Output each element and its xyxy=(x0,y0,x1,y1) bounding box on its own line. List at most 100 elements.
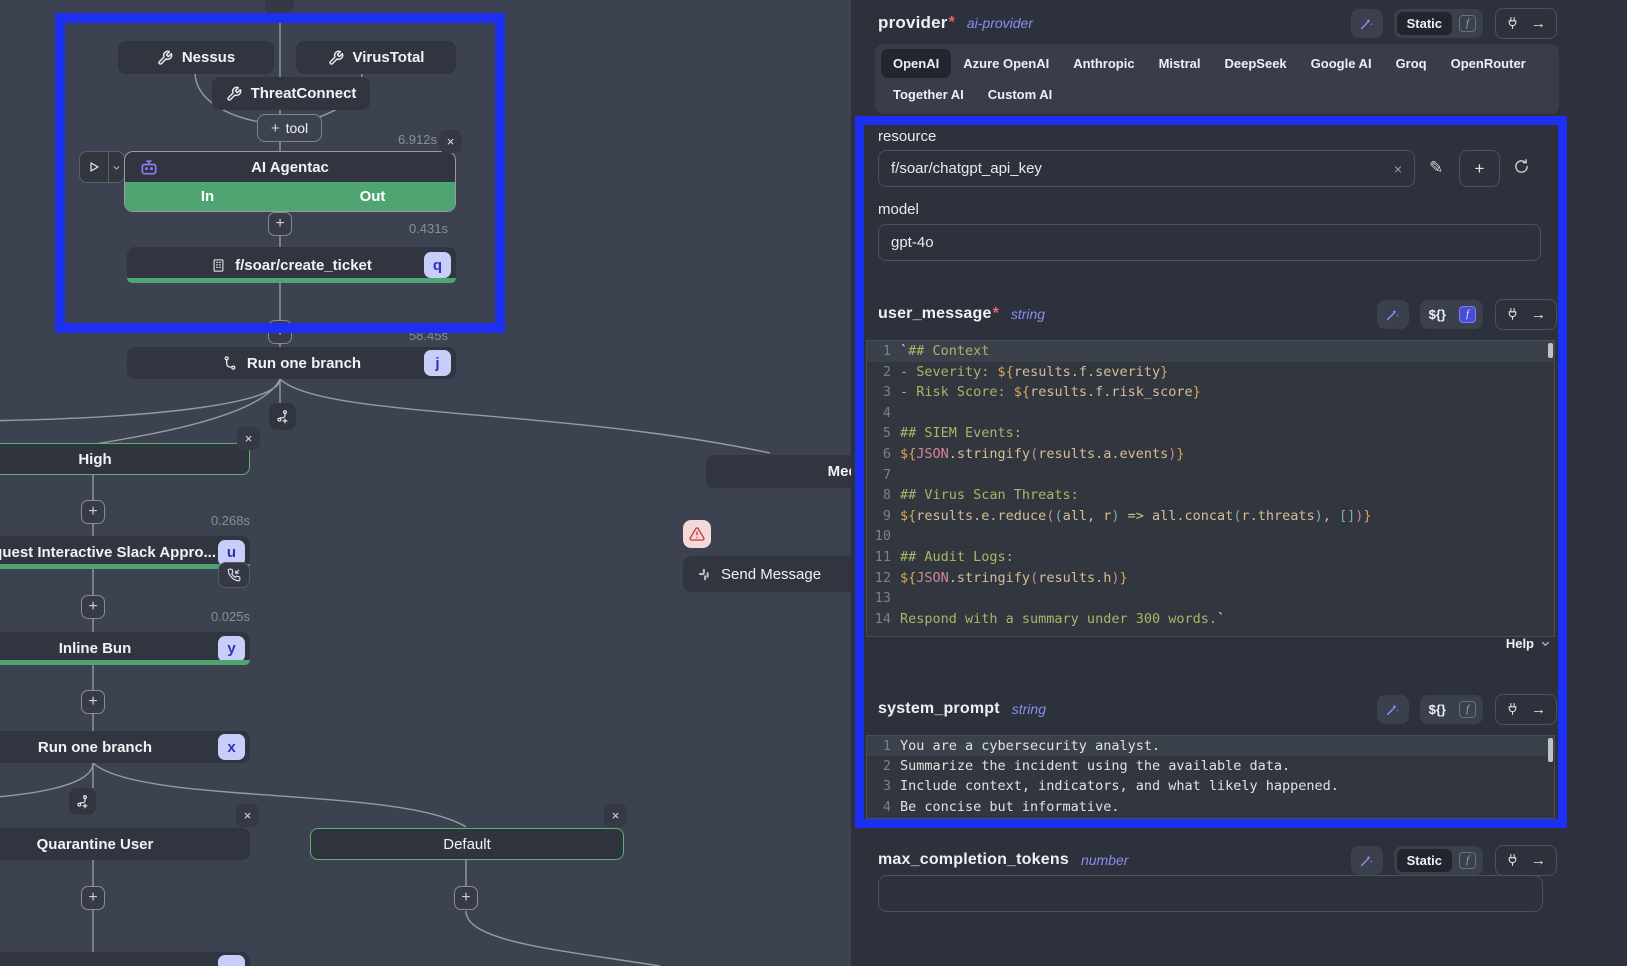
clear-icon[interactable]: × xyxy=(1394,161,1402,177)
agent-in-tab[interactable]: In xyxy=(125,182,290,211)
fn-icon[interactable]: f xyxy=(1459,701,1476,718)
max-tokens-input[interactable] xyxy=(878,875,1543,912)
node-bottom-partial[interactable] xyxy=(0,952,250,966)
close-icon[interactable]: × xyxy=(236,804,259,827)
provider-tab-deepseek[interactable]: DeepSeek xyxy=(1213,49,1299,78)
user-message-code-editor[interactable]: 1`## Context2- Severity: ${results.f.sev… xyxy=(866,340,1555,637)
node-inline-bun[interactable]: Inline Bun y xyxy=(0,632,250,665)
fn-icon[interactable]: f xyxy=(1459,15,1476,32)
connect-input-group[interactable]: → xyxy=(1495,694,1557,725)
editor-scrollbar[interactable] xyxy=(1548,738,1553,762)
pencil-icon[interactable]: ✎ xyxy=(1429,158,1443,178)
code-line[interactable]: 2Summarize the incident using the availa… xyxy=(867,756,1554,776)
static-label[interactable]: Static xyxy=(1397,12,1452,35)
static-label[interactable]: Static xyxy=(1397,849,1452,872)
code-line[interactable]: 13 xyxy=(867,588,1554,609)
code-line[interactable]: 5## SIEM Events: xyxy=(867,423,1554,444)
code-token: ( xyxy=(1046,506,1054,527)
run-node-button[interactable] xyxy=(79,151,125,183)
expr-mode-toggle[interactable]: ${} f xyxy=(1420,300,1483,329)
add-branch-button[interactable] xyxy=(269,403,296,430)
code-line[interactable]: 3Include context, indicators, and what l… xyxy=(867,776,1554,796)
chevron-down-icon[interactable] xyxy=(109,152,124,182)
provider-tab-together-ai[interactable]: Together AI xyxy=(881,80,976,109)
resource-input[interactable]: f/soar/chatgpt_api_key × xyxy=(878,150,1415,187)
code-line[interactable]: 11## Audit Logs: xyxy=(867,547,1554,568)
code-line[interactable]: 9${results.e.reduce((all, r) => all.conc… xyxy=(867,506,1554,527)
insert-step-button[interactable]: + xyxy=(268,212,292,236)
provider-tab-google-ai[interactable]: Google AI xyxy=(1299,49,1384,78)
connect-input-group[interactable]: → xyxy=(1495,845,1557,876)
ai-assist-button[interactable] xyxy=(1377,300,1409,329)
close-icon[interactable]: × xyxy=(604,804,627,827)
connect-input-group[interactable]: → xyxy=(1495,299,1557,330)
node-branch-default[interactable]: Default xyxy=(310,828,624,860)
provider-tab-anthropic[interactable]: Anthropic xyxy=(1061,49,1146,78)
ai-assist-button[interactable] xyxy=(1377,695,1409,724)
expr-mode-toggle[interactable]: ${} f xyxy=(1420,695,1483,724)
insert-step-button[interactable]: + xyxy=(454,886,478,910)
play-icon[interactable] xyxy=(80,152,109,182)
provider-tab-mistral[interactable]: Mistral xyxy=(1147,49,1213,78)
add-tool-button[interactable]: + tool xyxy=(257,114,322,142)
node-branch-high[interactable]: High xyxy=(0,443,250,475)
ai-assist-button[interactable] xyxy=(1351,846,1383,875)
phone-incoming-icon[interactable] xyxy=(218,562,250,588)
node-nessus[interactable]: Nessus xyxy=(118,41,274,74)
node-label: Default xyxy=(443,836,491,853)
code-line[interactable]: 12${JSON.stringify(results.h)} xyxy=(867,568,1554,589)
required-mark: * xyxy=(949,14,955,32)
insert-step-button[interactable]: + xyxy=(81,595,105,619)
insert-step-button[interactable]: + xyxy=(81,500,105,524)
code-line[interactable]: 3- Risk Score: ${results.f.risk_score} xyxy=(867,382,1554,403)
node-run-one-branch-2[interactable]: Run one branch x xyxy=(0,731,250,763)
node-create-ticket[interactable]: f/soar/create_ticket q xyxy=(127,247,456,283)
node-virustotal[interactable]: VirusTotal xyxy=(296,41,456,74)
code-line[interactable]: 6${JSON.stringify(results.a.events)} xyxy=(867,444,1554,465)
close-icon[interactable]: × xyxy=(237,427,260,450)
provider-tab-openrouter[interactable]: OpenRouter xyxy=(1439,49,1538,78)
static-mode-toggle[interactable]: Static f xyxy=(1394,9,1483,38)
connect-input-group[interactable]: → xyxy=(1495,8,1557,39)
code-line[interactable]: 4 xyxy=(867,403,1554,424)
code-line[interactable]: 4Be concise but informative. xyxy=(867,797,1554,817)
node-slack-approval[interactable]: Request Interactive Slack Appro... u xyxy=(0,536,250,569)
provider-tab-custom-ai[interactable]: Custom AI xyxy=(976,80,1065,109)
node-branch-medium[interactable]: Medium xyxy=(706,455,851,488)
node-quarantine-user[interactable]: Quarantine User xyxy=(0,828,250,860)
provider-tab-azure-openai[interactable]: Azure OpenAI xyxy=(951,49,1061,78)
ai-assist-button[interactable] xyxy=(1351,9,1383,38)
code-line[interactable]: 10 xyxy=(867,526,1554,547)
template-expr-label[interactable]: ${} xyxy=(1423,702,1452,717)
insert-step-button[interactable]: + xyxy=(81,690,105,714)
provider-tab-groq[interactable]: Groq xyxy=(1384,49,1439,78)
code-token: ## Context xyxy=(908,341,989,362)
editor-scrollbar[interactable] xyxy=(1548,343,1553,358)
insert-step-button[interactable]: + xyxy=(268,320,292,344)
help-dropdown[interactable]: Help xyxy=(1506,636,1551,651)
code-line[interactable]: 1`## Context xyxy=(867,341,1554,362)
code-line[interactable]: 8## Virus Scan Threats: xyxy=(867,485,1554,506)
close-icon[interactable]: × xyxy=(439,130,462,153)
refresh-icon[interactable] xyxy=(1513,158,1530,180)
node-run-one-branch-1[interactable]: Run one branch j xyxy=(127,347,456,379)
code-line[interactable]: 14Respond with a summary under 300 words… xyxy=(867,609,1554,630)
fn-icon[interactable]: f xyxy=(1459,852,1476,869)
insert-step-button[interactable]: + xyxy=(81,886,105,910)
provider-tab-openai[interactable]: OpenAI xyxy=(881,49,951,78)
code-line[interactable]: 2- Severity: ${results.f.severity} xyxy=(867,362,1554,383)
agent-out-tab[interactable]: Out xyxy=(290,182,455,211)
add-resource-button[interactable]: + xyxy=(1459,150,1500,187)
node-ai-agent[interactable]: AI Agent ac In Out xyxy=(124,151,456,212)
add-branch-button[interactable] xyxy=(69,788,96,815)
node-threatconnect[interactable]: ThreatConnect xyxy=(212,77,370,110)
flow-canvas[interactable]: Nessus VirusTotal ThreatConnect + tool 6… xyxy=(0,0,851,966)
system-prompt-code-editor[interactable]: 1You are a cybersecurity analyst.2Summar… xyxy=(866,735,1555,819)
template-expr-label[interactable]: ${} xyxy=(1423,307,1452,322)
static-mode-toggle[interactable]: Static f xyxy=(1394,846,1483,875)
model-input[interactable]: gpt-4o xyxy=(878,224,1541,261)
code-line[interactable]: 7 xyxy=(867,465,1554,486)
fn-icon[interactable]: f xyxy=(1459,306,1476,323)
node-send-message[interactable]: Send Message xyxy=(683,556,851,592)
code-line[interactable]: 1You are a cybersecurity analyst. xyxy=(867,736,1554,756)
